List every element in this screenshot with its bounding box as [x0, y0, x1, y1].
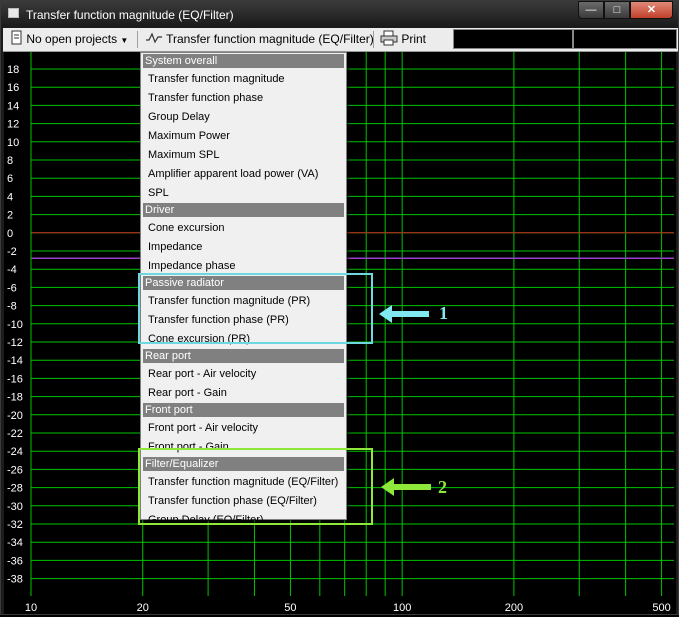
y-tick-label: -18: [7, 392, 23, 404]
y-tick-label: -4: [7, 264, 17, 276]
x-tick-label: 20: [137, 602, 149, 614]
highlight-box-2: [138, 448, 373, 525]
document-icon: [11, 30, 22, 45]
app-icon: [8, 8, 19, 18]
minimize-button[interactable]: —: [578, 1, 604, 19]
y-tick-label: 16: [7, 82, 19, 94]
y-tick-label: 10: [7, 137, 19, 149]
menu-item[interactable]: Transfer function magnitude: [148, 72, 285, 86]
chevron-down-icon: ▼: [120, 36, 129, 45]
menu-item[interactable]: Rear port - Air velocity: [148, 367, 256, 381]
x-tick-label: 200: [505, 602, 523, 614]
y-tick-label: 2: [7, 210, 13, 222]
window-controls: — □ ✕: [578, 1, 673, 19]
waveform-icon: [146, 32, 162, 44]
y-tick-label: 6: [7, 173, 13, 185]
y-tick-label: -10: [7, 319, 23, 331]
print-button[interactable]: Print: [380, 28, 426, 51]
y-tick-label: -20: [7, 410, 23, 422]
title-bar[interactable]: Transfer function magnitude (EQ/Filter) …: [1, 1, 678, 27]
menu-item[interactable]: Impedance: [148, 240, 202, 254]
menu-section-header: Front port: [143, 403, 344, 417]
x-tick-label: 500: [652, 602, 670, 614]
menu-item[interactable]: Rear port - Gain: [148, 386, 227, 400]
arrow-left-icon: [381, 478, 431, 496]
y-tick-label: -36: [7, 555, 23, 567]
app-window: Transfer function magnitude (EQ/Filter) …: [0, 0, 679, 615]
y-tick-label: 12: [7, 119, 19, 131]
maximize-button[interactable]: □: [604, 1, 630, 19]
menu-item[interactable]: Impedance phase: [148, 259, 235, 273]
status-field-2: [573, 29, 677, 49]
menu-item[interactable]: Transfer function phase: [148, 91, 263, 105]
annotation-label-2: 2: [438, 477, 447, 497]
project-label: No open projects: [26, 32, 118, 46]
menu-item[interactable]: Maximum SPL: [148, 148, 220, 162]
y-tick-label: 18: [7, 64, 19, 76]
y-tick-label: 14: [7, 100, 19, 112]
y-tick-label: -30: [7, 501, 23, 513]
x-tick-label: 100: [393, 602, 411, 614]
printer-icon: [380, 30, 398, 46]
close-button[interactable]: ✕: [630, 1, 673, 19]
annotation-label-1: 1: [439, 303, 448, 323]
menu-item[interactable]: Amplifier apparent load power (VA): [148, 167, 318, 181]
y-tick-label: 0: [7, 228, 13, 240]
highlight-box-1: [138, 273, 373, 344]
toolbar: No open projects ▼ Transfer function mag…: [3, 28, 678, 52]
x-tick-label: 10: [25, 602, 37, 614]
y-tick-label: -34: [7, 537, 23, 549]
x-tick-label: 50: [284, 602, 296, 614]
y-tick-label: -38: [7, 574, 23, 586]
y-tick-label: 4: [7, 191, 13, 203]
y-tick-label: -22: [7, 428, 23, 440]
y-tick-label: -28: [7, 483, 23, 495]
y-tick-label: -2: [7, 246, 17, 258]
project-selector[interactable]: No open projects ▼: [9, 28, 128, 51]
menu-section-header: Rear port: [143, 349, 344, 363]
menu-item[interactable]: Group Delay: [148, 110, 210, 124]
graph-type-selector[interactable]: Transfer function magnitude (EQ/Filter) …: [145, 28, 391, 51]
y-tick-label: -32: [7, 519, 23, 531]
menu-section-header: System overall: [143, 54, 344, 68]
y-tick-label: -12: [7, 337, 23, 349]
graph-type-label: Transfer function magnitude (EQ/Filter): [166, 32, 374, 46]
status-field-1: [453, 29, 573, 49]
y-tick-label: -6: [7, 282, 17, 294]
print-label: Print: [401, 32, 427, 46]
y-tick-label: -14: [7, 355, 23, 367]
window-title: Transfer function magnitude (EQ/Filter): [26, 8, 234, 22]
y-tick-label: -8: [7, 301, 17, 313]
y-tick-label: -16: [7, 373, 23, 385]
menu-item[interactable]: SPL: [148, 186, 169, 200]
toolbar-separator: [137, 31, 138, 48]
menu-section-header: Driver: [143, 203, 344, 217]
y-tick-label: -24: [7, 446, 23, 458]
menu-item[interactable]: Cone excursion: [148, 221, 224, 235]
arrow-left-icon: [379, 305, 429, 323]
y-tick-label: -26: [7, 464, 23, 476]
menu-item[interactable]: Front port - Air velocity: [148, 421, 258, 435]
toolbar-separator: [373, 31, 374, 48]
menu-item[interactable]: Maximum Power: [148, 129, 230, 143]
y-tick-label: 8: [7, 155, 13, 167]
